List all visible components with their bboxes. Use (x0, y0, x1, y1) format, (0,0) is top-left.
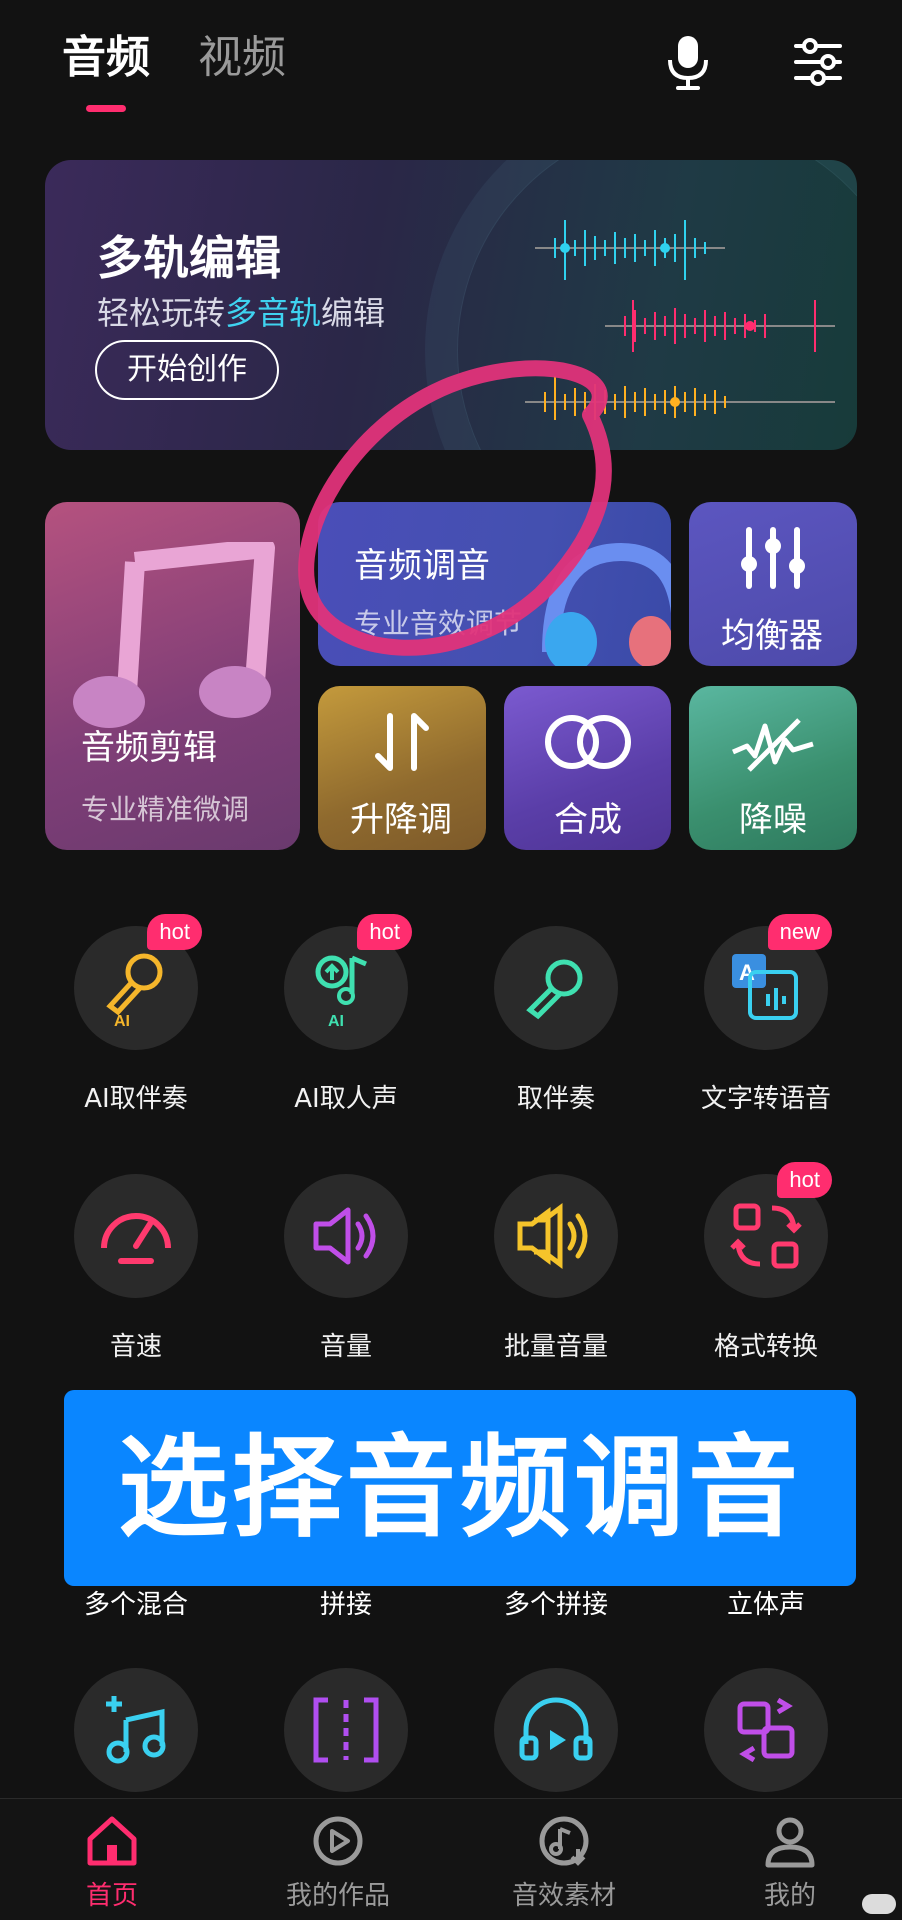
banner-subtitle: 轻松玩转多音轨编辑 (97, 294, 386, 332)
audio-tune-tile[interactable]: 音频调音 专业音效调节 (318, 502, 671, 666)
ai-mic-icon: AI hot (74, 914, 202, 1050)
headphones-icon (542, 542, 671, 666)
nav-label: 音效素材 (511, 1881, 616, 1911)
audio-edit-label: 音频剪辑 (81, 728, 217, 768)
grid-label: 格式转换 (713, 1332, 818, 1362)
svg-text:AI: AI (328, 1013, 344, 1028)
swap-item[interactable] (676, 1668, 856, 1792)
add-music-icon (74, 1668, 198, 1792)
speed-icon (74, 1174, 198, 1298)
grid-label: 音量 (319, 1332, 372, 1362)
split-icon (284, 1668, 408, 1792)
audio-play-item[interactable] (466, 1668, 646, 1792)
up-down-arrows-icon (375, 713, 429, 771)
audio-tune-sub: 专业音效调节 (354, 607, 523, 640)
start-create-button[interactable]: 开始创作 (95, 340, 279, 400)
grid-label: AI取伴奏 (84, 1084, 188, 1114)
text-to-speech-icon: A new (704, 914, 832, 1050)
equalizer-label: 均衡器 (721, 616, 823, 656)
bottom-nav: 首页 我的作品 音效素材 我的 (0, 1798, 902, 1920)
equalizer-icon (741, 527, 805, 589)
pitch-label: 升降调 (350, 800, 452, 840)
grid-label: 文字转语音 (700, 1084, 831, 1114)
tab-video[interactable]: 视频 (198, 28, 286, 88)
banner-title: 多轨编辑 (97, 231, 281, 285)
add-music-item[interactable] (46, 1668, 226, 1792)
batch-volume-icon (494, 1174, 618, 1298)
nav-label: 首页 (85, 1881, 138, 1911)
microphone-icon[interactable] (660, 32, 716, 92)
nav-me[interactable]: 我的 (690, 1813, 890, 1912)
grid-label: 音速 (109, 1332, 162, 1362)
svg-text:AI: AI (114, 1013, 130, 1028)
home-icon (87, 1816, 137, 1866)
denoise-label: 降噪 (739, 800, 807, 840)
multitrack-banner[interactable]: 多轨编辑 轻松玩转多音轨编辑 开始创作 (45, 160, 857, 450)
ai-vocal-item[interactable]: AI hot AI取人声 (256, 914, 436, 1115)
audio-edit-sub: 专业精准微调 (81, 793, 250, 826)
stereo-label[interactable]: 立体声 (676, 1584, 856, 1621)
mix-label: 合成 (554, 800, 622, 840)
nav-home[interactable]: 首页 (12, 1813, 212, 1912)
text-to-speech-item[interactable]: A new 文字转语音 (676, 914, 856, 1115)
waveform-icon (525, 220, 835, 420)
audio-edit-tile[interactable]: 音频剪辑 专业精准微调 (45, 502, 300, 850)
noise-reduction-icon (732, 718, 814, 772)
format-convert-item[interactable]: hot 格式转换 (676, 1162, 856, 1363)
nav-my-works[interactable]: 我的作品 (238, 1813, 438, 1912)
mic-icon (494, 926, 618, 1050)
watermark-logo (862, 1894, 896, 1914)
nav-sound-effects[interactable]: 音效素材 (464, 1813, 664, 1912)
hot-badge: hot (147, 914, 202, 950)
volume-icon (284, 1174, 408, 1298)
settings-sliders-icon[interactable] (790, 32, 846, 92)
grid-label: AI取人声 (294, 1084, 398, 1114)
multi-mix-label[interactable]: 多个混合 (46, 1584, 226, 1621)
merge-circles-icon (545, 715, 631, 769)
denoise-tile[interactable]: 降噪 (689, 686, 857, 850)
hot-badge: hot (357, 914, 412, 950)
headphones-play-icon (494, 1668, 618, 1792)
hot-badge: hot (777, 1162, 832, 1198)
mix-tile[interactable]: 合成 (504, 686, 671, 850)
tab-audio[interactable]: 音频 (62, 28, 150, 112)
music-note-icon (73, 542, 275, 728)
new-badge: new (767, 914, 832, 950)
batch-volume-item[interactable]: 批量音量 (466, 1174, 646, 1363)
nav-label: 我的 (763, 1881, 816, 1911)
pitch-tile[interactable]: 升降调 (318, 686, 486, 850)
ai-accompaniment-item[interactable]: AI hot AI取伴奏 (46, 914, 226, 1115)
volume-item[interactable]: 音量 (256, 1174, 436, 1363)
grid-label: 批量音量 (503, 1332, 608, 1362)
accompaniment-item[interactable]: 取伴奏 (466, 926, 646, 1115)
user-icon (765, 1817, 815, 1868)
top-tab-bar: 音频 视频 (62, 28, 286, 112)
audio-tune-label: 音频调音 (354, 546, 490, 586)
ai-voice-icon: AI hot (284, 914, 412, 1050)
play-circle-icon (313, 1816, 363, 1866)
grid-label: 取伴奏 (516, 1084, 595, 1114)
multi-splice-label[interactable]: 多个拼接 (466, 1584, 646, 1621)
instruction-caption: 选择音频调音 (64, 1390, 856, 1586)
split-item[interactable] (256, 1668, 436, 1792)
music-download-icon (539, 1816, 589, 1866)
nav-label: 我的作品 (285, 1881, 390, 1911)
format-convert-icon: hot (704, 1162, 832, 1298)
swap-icon (704, 1668, 828, 1792)
equalizer-tile[interactable]: 均衡器 (689, 502, 857, 666)
speed-item[interactable]: 音速 (46, 1174, 226, 1363)
splice-label[interactable]: 拼接 (256, 1584, 436, 1621)
